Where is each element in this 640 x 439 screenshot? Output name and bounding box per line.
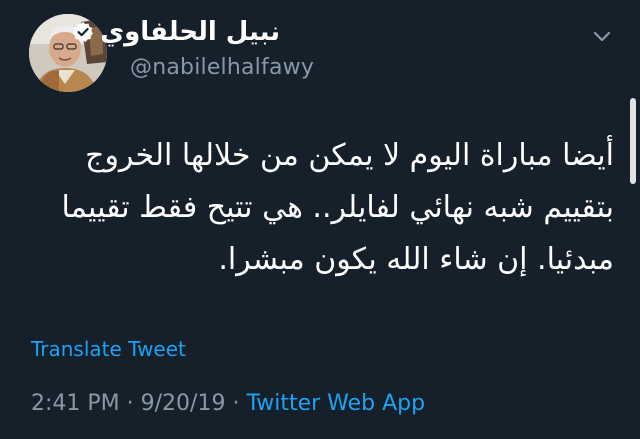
meta-separator: · <box>119 391 141 416</box>
translate-tweet-link[interactable]: Translate Tweet <box>31 337 186 361</box>
tweet-line: مبدئيا. إن شاء الله يكون مبشرا. <box>218 242 614 277</box>
verified-badge-icon <box>73 22 94 42</box>
chevron-down-icon[interactable] <box>592 30 612 44</box>
tweet-source-link[interactable]: Twitter Web App <box>246 391 425 416</box>
tweet-date[interactable]: 9/20/19 <box>141 391 226 416</box>
tweet-text: أيضا مباراة اليوم لا يمكن من خلالها الخر… <box>54 130 614 286</box>
tweet-line: بتقييم شبه نهائي لفايلر.. هي تتيح فقط تق… <box>61 190 614 225</box>
user-handle[interactable]: @nabilelhalfawy <box>130 55 314 80</box>
tweet-card: نبيل الحلفاوي @nabilelhalfawy أيضا مبارا… <box>0 0 640 439</box>
tweet-time[interactable]: 2:41 PM <box>31 391 120 416</box>
display-name: نبيل الحلفاوي <box>100 17 280 47</box>
tweet-line: أيضا مباراة اليوم لا يمكن من خلالها الخر… <box>85 138 614 173</box>
meta-separator: · <box>225 391 247 416</box>
tweet-meta: 2:41 PM · 9/20/19 · Twitter Web App <box>31 391 425 416</box>
scrollbar-thumb[interactable] <box>630 98 636 184</box>
display-name-row[interactable]: نبيل الحلفاوي <box>72 19 280 45</box>
